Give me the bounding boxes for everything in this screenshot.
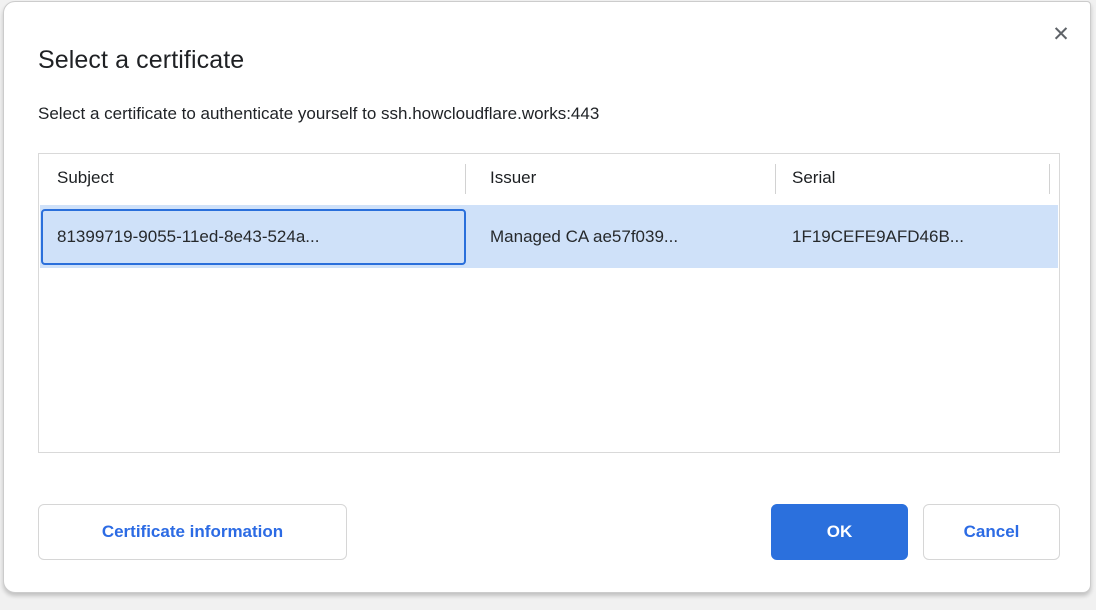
certificate-information-button[interactable]: Certificate information — [38, 504, 347, 560]
close-button[interactable]: ✕ — [1044, 17, 1078, 51]
dialog-subtitle: Select a certificate to authenticate you… — [38, 104, 599, 124]
certificate-serial-cell: 1F19CEFE9AFD46B... — [792, 205, 964, 268]
certificate-table: Subject Issuer Serial 81399719-9055-11ed… — [38, 153, 1060, 453]
certificate-row-selected[interactable]: 81399719-9055-11ed-8e43-524a... Managed … — [40, 205, 1058, 268]
certificate-table-header: Subject Issuer Serial — [39, 154, 1059, 204]
column-header-serial: Serial — [792, 168, 835, 188]
column-header-issuer: Issuer — [490, 168, 536, 188]
ok-button[interactable]: OK — [771, 504, 908, 560]
column-divider — [465, 164, 466, 194]
certificate-subject-cell[interactable]: 81399719-9055-11ed-8e43-524a... — [41, 209, 466, 265]
column-divider — [775, 164, 776, 194]
screen-background: Select a certificate ✕ Select a certific… — [0, 0, 1096, 610]
scrollbar-gutter-divider — [1049, 164, 1050, 194]
cancel-button[interactable]: Cancel — [923, 504, 1060, 560]
certificate-issuer-cell: Managed CA ae57f039... — [490, 205, 678, 268]
close-icon: ✕ — [1052, 22, 1070, 47]
dialog-title: Select a certificate — [38, 46, 244, 75]
column-header-subject: Subject — [57, 168, 114, 188]
select-certificate-dialog: Select a certificate ✕ Select a certific… — [3, 1, 1091, 593]
